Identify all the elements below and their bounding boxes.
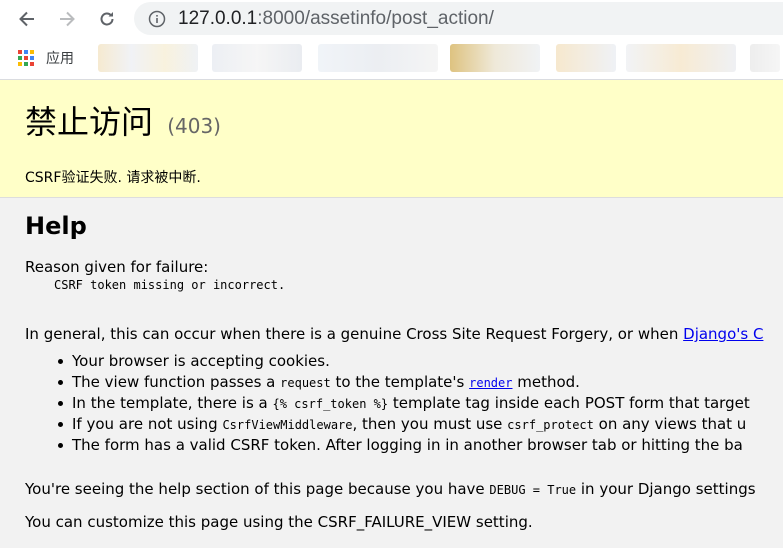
- bullet-text: template tag inside each POST form that …: [388, 394, 750, 412]
- bullet-text: The view function passes a: [72, 373, 281, 391]
- url-host: 127.0.0.1: [178, 8, 258, 29]
- general-paragraph: In general, this can occur when there is…: [25, 325, 763, 343]
- url-text[interactable]: 127.0.0.1:8000/assetinfo/post_action/: [178, 8, 494, 30]
- reload-button[interactable]: [93, 5, 121, 33]
- apps-grid-icon: [18, 50, 34, 66]
- url-path: :8000/assetinfo/post_action/: [257, 8, 494, 29]
- code-csrf-token-tag: {% csrf_token %}: [272, 397, 389, 411]
- address-bar[interactable]: 127.0.0.1:8000/assetinfo/post_action/: [134, 2, 783, 35]
- browser-toolbar: 127.0.0.1:8000/assetinfo/post_action/: [0, 0, 783, 38]
- bookmarks-bar: 应用: [0, 38, 783, 80]
- checklist: Your browser is accepting cookies. The v…: [58, 351, 750, 456]
- code-request: request: [280, 376, 331, 390]
- debug-text: You're seeing the help section of this p…: [25, 480, 490, 498]
- bookmark-item[interactable]: [318, 44, 438, 72]
- code-debug-true: DEBUG = True: [489, 483, 577, 497]
- bookmark-item[interactable]: [212, 44, 302, 72]
- bullet-text: Your browser is accepting cookies.: [72, 352, 330, 370]
- debug-text-end: in your Django settings: [576, 480, 756, 498]
- list-item: If you are not using CsrfViewMiddleware,…: [58, 414, 750, 435]
- error-summary: 禁止访问 (403) CSRF验证失败. 请求被中断.: [0, 80, 783, 198]
- bookmark-item[interactable]: [98, 44, 198, 72]
- apps-label: 应用: [46, 51, 74, 67]
- list-item: The form has a valid CSRF token. After l…: [58, 435, 750, 456]
- page-title: 禁止访问 (403): [25, 97, 221, 143]
- bookmark-item[interactable]: [626, 44, 736, 72]
- code-csrf-protect: csrf_protect: [507, 418, 594, 432]
- help-heading: Help: [25, 212, 87, 240]
- forward-arrow-icon: [60, 11, 75, 27]
- back-arrow-icon: [19, 11, 34, 27]
- code-csrf-middleware: CsrfViewMiddleware: [222, 418, 353, 432]
- list-item: In the template, there is a {% csrf_toke…: [58, 393, 750, 414]
- back-button[interactable]: [13, 5, 41, 33]
- bookmark-item[interactable]: [556, 44, 616, 72]
- bullet-text: on any views that u: [593, 415, 747, 433]
- error-message: CSRF验证失败. 请求被中断.: [25, 170, 201, 186]
- list-item: Your browser is accepting cookies.: [58, 351, 750, 372]
- bullet-text: , then you must use: [352, 415, 508, 433]
- bullet-text: In the template, there is a: [72, 394, 273, 412]
- reason-code: CSRF token missing or incorrect.: [54, 278, 286, 292]
- general-text: In general, this can occur when there is…: [25, 325, 684, 343]
- bullet-text: If you are not using: [72, 415, 223, 433]
- forward-button[interactable]: [53, 5, 81, 33]
- debug-paragraph: You're seeing the help section of this p…: [25, 480, 756, 498]
- bookmark-item[interactable]: [750, 44, 780, 72]
- help-section: Help Reason given for failure: CSRF toke…: [0, 198, 783, 548]
- render-link[interactable]: render: [469, 376, 512, 390]
- django-docs-link[interactable]: Django's C: [683, 325, 763, 343]
- info-icon[interactable]: [148, 10, 166, 32]
- page-title-text: 禁止访问: [25, 103, 154, 141]
- bullet-text: method.: [512, 373, 580, 391]
- list-item: The view function passes a request to th…: [58, 372, 750, 393]
- customize-paragraph: You can customize this page using the CS…: [25, 513, 533, 531]
- bookmark-item[interactable]: [450, 44, 540, 72]
- bullet-text: The form has a valid CSRF token. After l…: [72, 436, 743, 454]
- bullet-text: to the template's: [330, 373, 470, 391]
- status-code: (403): [167, 114, 221, 138]
- reload-icon: [100, 12, 114, 26]
- reason-label: Reason given for failure:: [25, 258, 209, 276]
- apps-shortcut[interactable]: 应用: [18, 48, 74, 68]
